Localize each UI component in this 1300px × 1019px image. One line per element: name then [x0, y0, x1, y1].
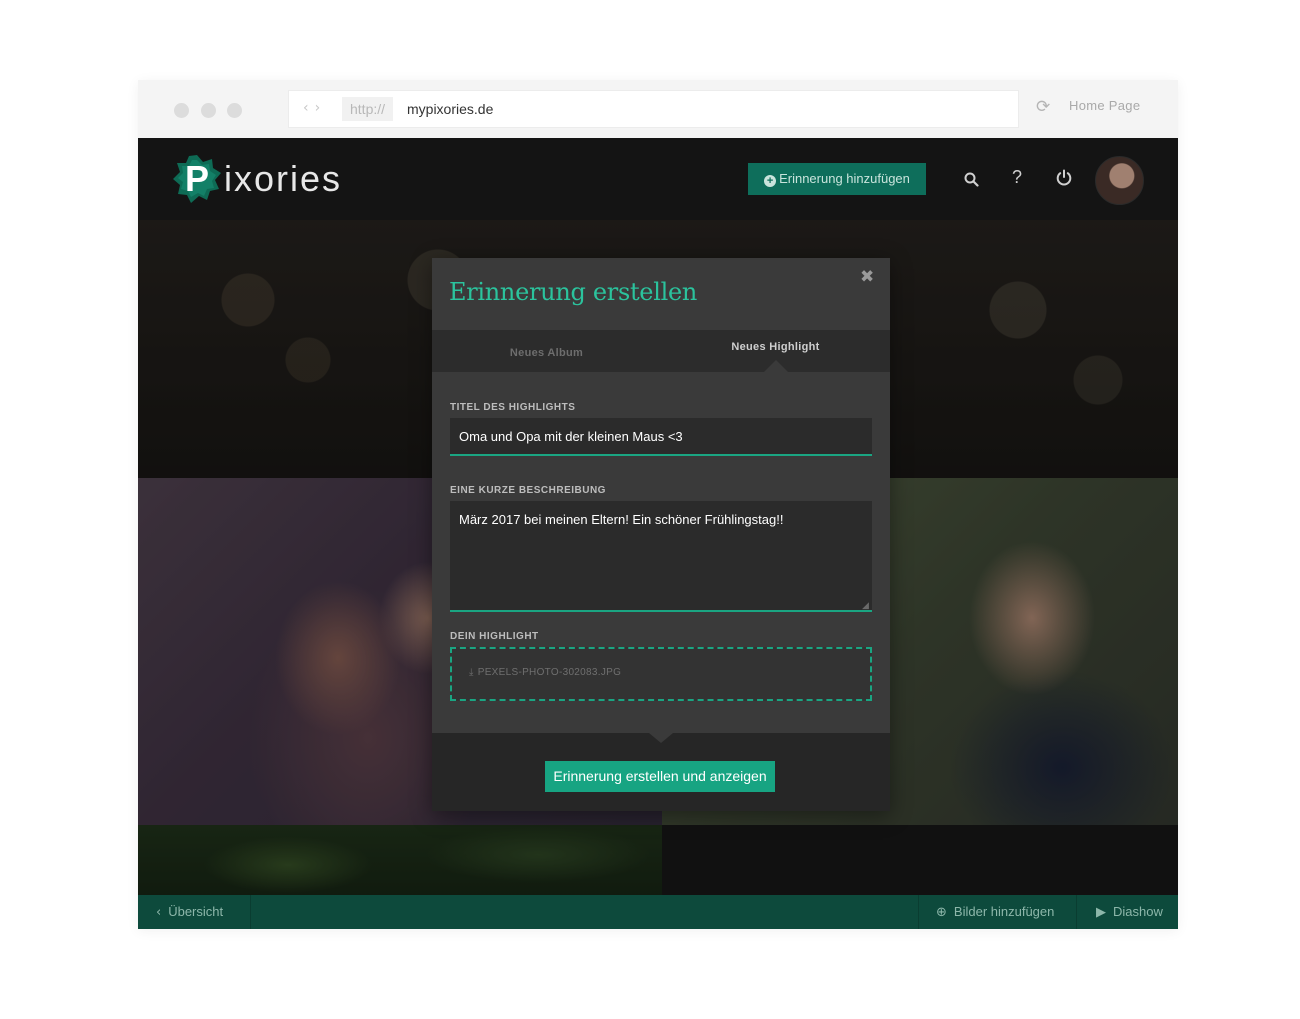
url-protocol: http://	[342, 97, 394, 121]
highlight-title-input[interactable]	[450, 418, 872, 456]
create-and-show-button[interactable]: Erinnerung erstellen und anzeigen	[545, 761, 775, 792]
add-memory-label: Erinnerung hinzufügen	[779, 171, 910, 186]
add-memory-button[interactable]: + Erinnerung hinzufügen	[748, 163, 926, 195]
resize-handle-icon[interactable]: ◢	[862, 601, 869, 611]
chevron-left-icon: ‹	[156, 905, 162, 920]
help-icon[interactable]: ?	[1012, 167, 1022, 188]
browser-window: ‹› http:// mypixories.de ⟳ Home Page P I…	[138, 80, 1178, 929]
uploaded-file: ⤓ PEXELS-PHOTO-302083.JPG	[469, 667, 621, 678]
footer-divider	[1076, 895, 1077, 929]
dialog-tabs: Neues Album Neues Highlight	[432, 330, 890, 372]
url-text[interactable]: mypixories.de	[407, 91, 493, 127]
add-images-button[interactable]: ⊕ Bilder hinzufügen	[936, 895, 1054, 929]
slideshow-button[interactable]: ▶ Diashow	[1096, 895, 1163, 929]
browser-toolbar: ‹› http:// mypixories.de ⟳ Home Page	[138, 80, 1178, 138]
add-images-label: Bilder hinzufügen	[953, 904, 1055, 919]
window-maximize-dot[interactable]	[227, 103, 242, 118]
power-icon[interactable]	[1055, 169, 1073, 187]
avatar[interactable]	[1095, 156, 1144, 205]
window-minimize-dot[interactable]	[201, 103, 216, 118]
active-tab-indicator	[764, 360, 788, 372]
back-forward-icon[interactable]: ‹›	[303, 100, 326, 116]
home-page-link[interactable]: Home Page	[1069, 98, 1140, 113]
create-memory-dialog: Erinnerung erstellen ✖ Neues Album Neues…	[432, 258, 890, 811]
upload-field-label: DEIN HIGHLIGHT	[450, 631, 539, 642]
footer-divider	[250, 895, 251, 929]
file-dropzone[interactable]: ⤓ PEXELS-PHOTO-302083.JPG	[450, 647, 872, 701]
footer-divider	[918, 895, 919, 929]
dialog-title: Erinnerung erstellen	[449, 278, 698, 306]
description-field-label: EINE KURZE BESCHREIBUNG	[450, 485, 606, 496]
title-field-label: TITEL DES HIGHLIGHTS	[450, 402, 576, 413]
logo-letter: P	[185, 158, 210, 199]
file-name: PEXELS-PHOTO-302083.JPG	[477, 667, 622, 678]
app-header: P IXORIES + Erinnerung hinzufügen ?	[138, 138, 1178, 220]
description-textarea[interactable]: März 2017 bei meinen Eltern! Ein schöner…	[450, 501, 872, 612]
slideshow-label: Diashow	[1113, 904, 1163, 919]
footer-indicator	[649, 733, 673, 743]
plus-circle-icon: ⊕	[936, 905, 947, 920]
reload-icon[interactable]: ⟳	[1036, 97, 1050, 117]
address-bar[interactable]: ‹› http:// mypixories.de	[288, 90, 1019, 128]
app-viewport: P IXORIES + Erinnerung hinzufügen ?	[138, 138, 1178, 929]
download-icon: ⤓	[469, 667, 474, 678]
window-close-dot[interactable]	[174, 103, 189, 118]
logo-text[interactable]: IXORIES	[224, 156, 342, 202]
play-icon: ▶	[1096, 905, 1106, 920]
plus-circle-icon: +	[764, 175, 777, 187]
back-label: Übersicht	[168, 904, 224, 919]
tab-new-album[interactable]: Neues Album	[432, 332, 661, 374]
close-icon[interactable]: ✖	[860, 267, 874, 287]
app-footer: ‹ Übersicht ⊕ Bilder hinzufügen ▶ Diashow	[138, 895, 1178, 929]
dialog-header: Erinnerung erstellen ✖	[432, 258, 890, 330]
back-button[interactable]: ‹ Übersicht	[156, 895, 223, 929]
search-icon[interactable]	[964, 172, 979, 187]
